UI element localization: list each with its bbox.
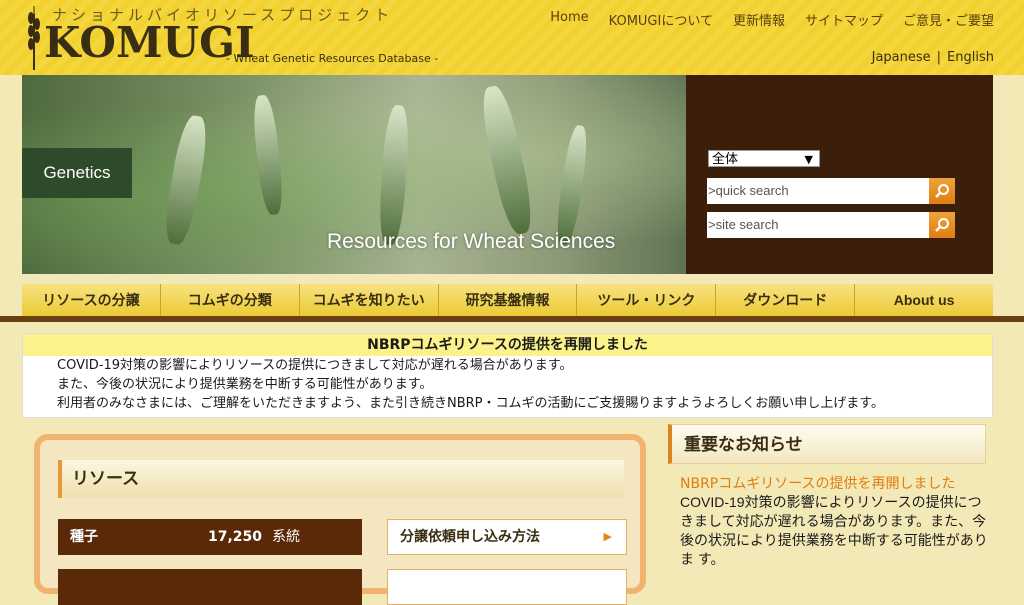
important-news-heading: 重要なお知らせ — [668, 424, 986, 464]
resource-unit: 系統 — [272, 529, 300, 545]
nav-resource-distribution[interactable]: リソースの分譲 — [22, 284, 161, 316]
top-navigation: Home KOMUGIについて 更新情報 サイトマップ ご意見・ご要望 — [550, 10, 994, 29]
resource-count: 17,250 — [207, 529, 262, 545]
lang-english[interactable]: English — [947, 50, 994, 65]
genetics-label: Genetics — [22, 148, 132, 198]
topnav-feedback[interactable]: ご意見・ご要望 — [903, 10, 994, 29]
main-navigation: リソースの分譲 コムギの分類 コムギを知りたい 研究基盤情報 ツール・リンク ダ… — [22, 284, 993, 316]
resources-panel: リソース 種子 17,250 系統 分譲依頼申し込み方法 ▶ — [34, 434, 646, 605]
topnav-about-komugi[interactable]: KOMUGIについて — [609, 10, 713, 29]
distribution-request-label: 分譲依頼申し込み方法 — [400, 529, 540, 545]
search-panel: 全体 ▼ >quick search >site search — [686, 75, 993, 274]
site-search: >site search — [707, 212, 955, 238]
notice-box: NBRPコムギリソースの提供を再開しました COVID-19対策の影響によりリソ… — [22, 333, 993, 418]
site-search-input[interactable]: >site search — [707, 212, 929, 238]
nav-divider — [0, 316, 1024, 322]
search-scope-value: 全体 — [712, 152, 739, 167]
resources-heading: リソース — [58, 460, 624, 498]
topnav-home[interactable]: Home — [550, 10, 588, 29]
notice-line: COVID-19対策の影響によりリソースの提供につきまして対応が遅れる場合があり… — [57, 358, 573, 373]
news-title-link[interactable]: NBRPコムギリソースの提供を再開しました — [680, 473, 956, 493]
site-search-button[interactable] — [929, 212, 955, 238]
search-icon — [935, 218, 949, 232]
resource-row-seeds[interactable]: 種子 17,250 系統 — [58, 519, 362, 555]
wheat-image — [250, 94, 286, 216]
wheat-image — [377, 104, 411, 246]
site-header: ナショナルバイオリソースプロジェクト KOMUGI - Wheat Geneti… — [0, 0, 1024, 75]
hero-caption: Resources for Wheat Sciences — [327, 230, 616, 253]
topnav-updates[interactable]: 更新情報 — [733, 10, 785, 29]
notice-title: NBRPコムギリソースの提供を再開しました — [23, 334, 992, 356]
wheat-logo-icon — [28, 6, 40, 70]
logo-subtitle: - Wheat Genetic Resources Database - — [226, 52, 439, 65]
nav-download[interactable]: ダウンロード — [716, 284, 856, 316]
resource-row[interactable] — [58, 569, 362, 605]
resource-link[interactable] — [387, 569, 627, 605]
quick-search-input[interactable]: >quick search — [707, 178, 929, 204]
nav-tools-links[interactable]: ツール・リンク — [577, 284, 717, 316]
distribution-request-link[interactable]: 分譲依頼申し込み方法 ▶ — [387, 519, 627, 555]
resource-name: 種子 — [70, 529, 98, 545]
nav-learn-about-wheat[interactable]: コムギを知りたい — [300, 284, 439, 316]
lang-japanese[interactable]: Japanese — [872, 50, 931, 65]
topnav-sitemap[interactable]: サイトマップ — [805, 10, 883, 29]
notice-line: 利用者のみなさまには、ご理解をいただきますよう、また引き続きNBRP・コムギの活… — [57, 396, 884, 411]
chevron-down-icon: ▼ — [804, 153, 813, 166]
nav-about-us[interactable]: About us — [855, 284, 993, 316]
wheat-image — [553, 124, 591, 246]
news-body: COVID-19対策の影響によりリソースの提供につきまして対応が遅れる場合があり… — [680, 494, 988, 567]
triangle-right-icon: ▶ — [603, 530, 612, 543]
search-scope-select[interactable]: 全体 ▼ — [708, 150, 820, 167]
language-switcher: Japanese | English — [872, 50, 994, 65]
nav-research-infrastructure[interactable]: 研究基盤情報 — [439, 284, 578, 316]
lang-separator: | — [936, 50, 942, 65]
logo-title[interactable]: KOMUGI — [44, 18, 255, 67]
quick-search-button[interactable] — [929, 178, 955, 204]
nav-wheat-classification[interactable]: コムギの分類 — [161, 284, 300, 316]
hero-banner: Genetics Resources for Wheat Sciences — [22, 75, 686, 274]
wheat-image — [160, 113, 212, 247]
wheat-image — [476, 83, 538, 237]
notice-line: また、今後の状況により提供業務を中断する可能性があります。 — [57, 377, 433, 392]
search-icon — [935, 184, 949, 198]
quick-search: >quick search — [707, 178, 955, 204]
